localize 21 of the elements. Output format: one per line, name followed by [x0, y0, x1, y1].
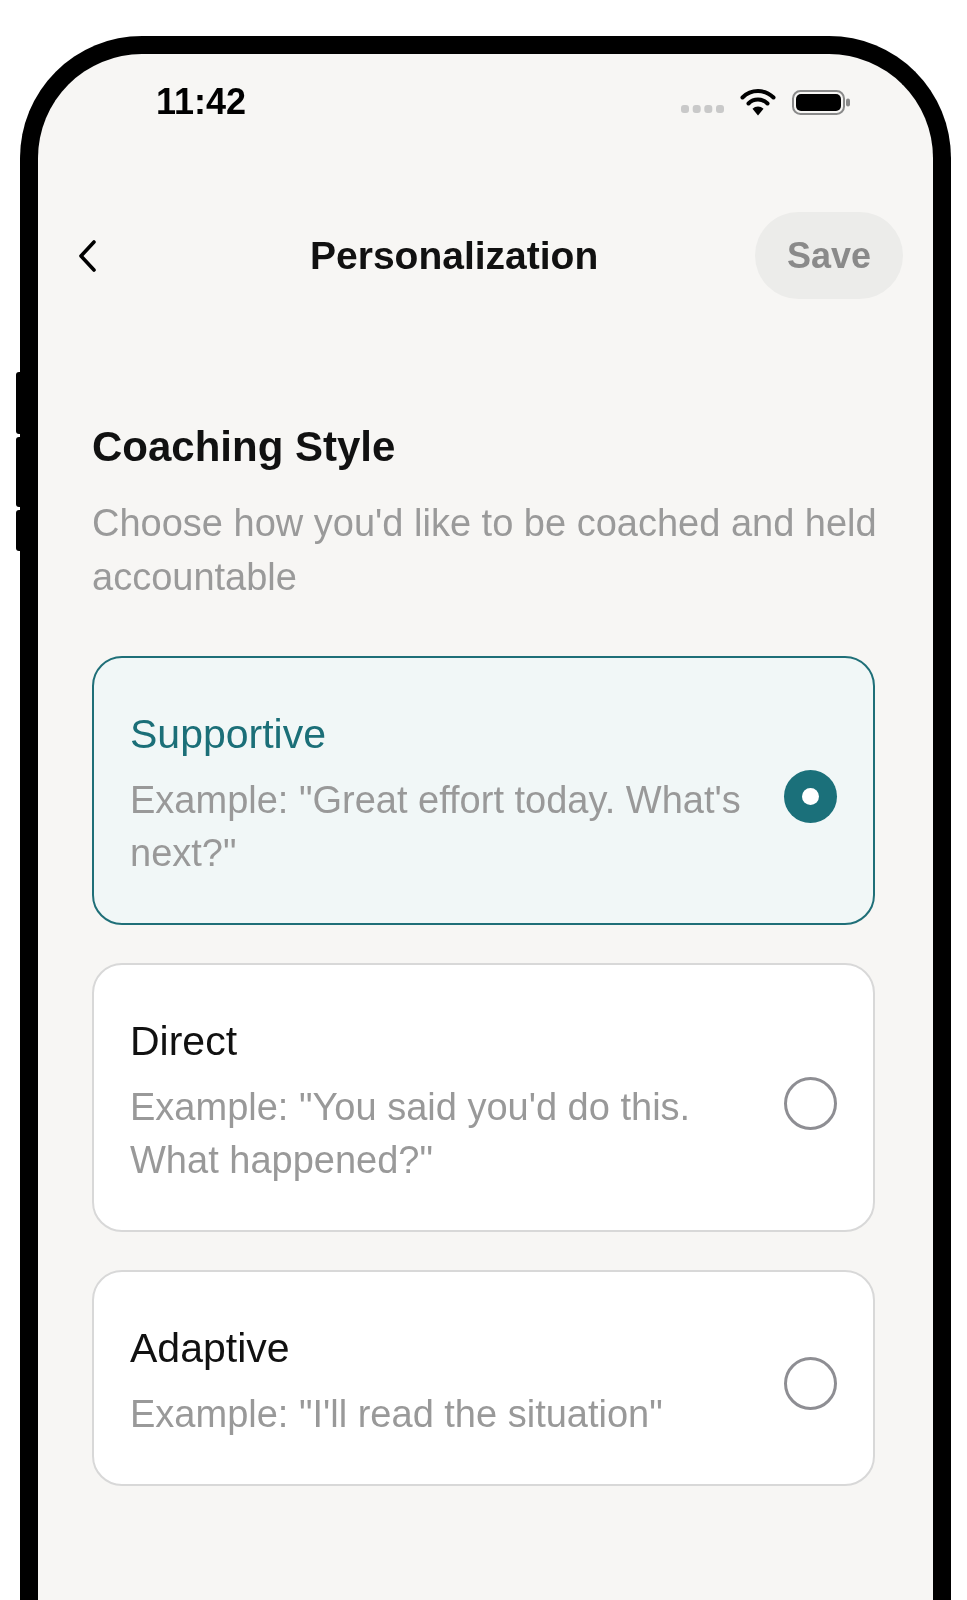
option-example: Example: "I'll read the situation" [130, 1392, 664, 1437]
option-card[interactable]: Direct Example: "You said you'd do this. What happened?" [92, 963, 875, 1232]
option-title: Adaptive [130, 1326, 291, 1370]
option-title: Direct [130, 1019, 239, 1063]
section-title: Coaching Style [92, 423, 397, 471]
option-card[interactable]: Adaptive Example: "I'll read the situation" [92, 1270, 875, 1486]
radio-button[interactable] [784, 1357, 837, 1410]
chevron-left-icon [76, 238, 98, 273]
battery-icon [792, 89, 850, 115]
signal-icon [681, 105, 724, 113]
option-example: Example: "You said you'd do this. What happened?" [130, 1085, 692, 1183]
status-time: 11:42 [156, 80, 247, 124]
option-example: Example: "Great effort today. What's next?" [130, 778, 742, 876]
option-card[interactable]: Supportive Example: "Great effort today. What's next?" [92, 656, 875, 925]
section-subtitle: Choose how you'd like to be coached and held accountable [92, 501, 878, 600]
back-button[interactable] [76, 238, 98, 273]
page-title: Personalization [310, 232, 599, 279]
radio-button[interactable] [784, 769, 837, 823]
radio-button[interactable] [784, 1076, 837, 1130]
wifi-icon [740, 88, 776, 116]
option-title: Supportive [130, 712, 327, 756]
